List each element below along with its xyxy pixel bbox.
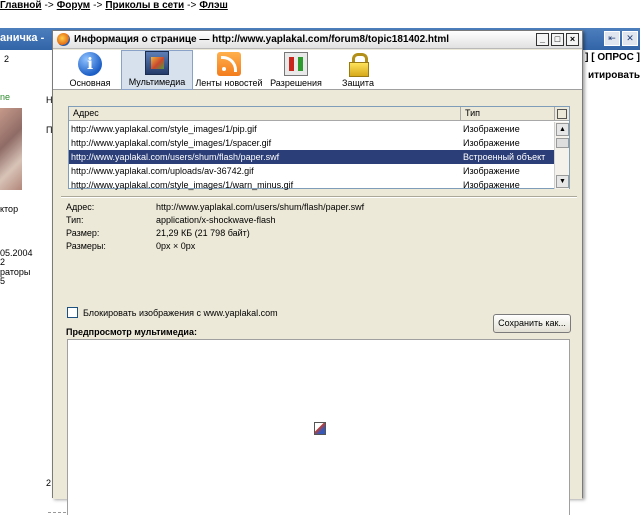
divider [61, 196, 577, 198]
close-icon[interactable]: ✕ [622, 31, 638, 46]
preview-label: Предпросмотр мультимедиа: [66, 327, 197, 337]
table-scrollbar[interactable]: ▲ ▼ [554, 122, 569, 189]
maximize-button[interactable]: □ [551, 33, 564, 46]
rss-icon [217, 52, 241, 76]
background-title: аничка - [0, 32, 45, 44]
tab-general[interactable]: i Основная [59, 50, 121, 90]
page-info-dialog: Информация о странице — http://www.yapla… [52, 30, 583, 515]
lock-icon [346, 52, 370, 77]
background-stat3: 2 [46, 478, 52, 488]
table-row[interactable]: http://www.yaplakal.com/uploads/av-36742… [69, 164, 555, 178]
tab-media[interactable]: Мультимедиа [121, 50, 193, 90]
column-type[interactable]: Тип [461, 107, 555, 120]
dialog-content: Адрес Тип http://www.yaplakal.com/style_… [53, 91, 582, 515]
close-button[interactable]: × [566, 33, 579, 46]
table-rows: http://www.yaplakal.com/style_images/1/p… [69, 122, 555, 192]
table-row[interactable]: http://www.yaplakal.com/style_images/1/s… [69, 136, 555, 150]
column-picker-icon[interactable] [555, 107, 569, 120]
dialog-toolbar: i Основная Мультимедиа Ленты новостей Ра… [53, 50, 582, 90]
tab-security[interactable]: Защита [327, 50, 389, 90]
type-value: application/x-shockwave-flash [156, 215, 276, 225]
type-label: Тип: [66, 215, 84, 225]
table-row[interactable]: http://www.yaplakal.com/style_images/1/w… [69, 178, 555, 192]
firefox-icon [57, 33, 70, 46]
table-row[interactable]: http://www.yaplakal.com/style_images/1/p… [69, 122, 555, 136]
background-breadcrumb: Главной -> Форум -> Приколы в сети -> Флэш [0, 0, 228, 11]
dimensions-value: 0px × 0px [156, 241, 196, 251]
breadcrumb-fun[interactable]: Приколы в сети [105, 0, 184, 11]
dialog-titlebar[interactable]: Информация о странице — http://www.yapla… [53, 31, 582, 49]
block-images-checkbox[interactable]: Блокировать изображения с www.yaplakal.c… [67, 307, 278, 318]
info-icon: i [78, 52, 102, 76]
scroll-thumb[interactable] [556, 138, 569, 148]
checkbox-icon[interactable] [67, 307, 78, 318]
size-label: Размер: [66, 228, 100, 238]
size-value: 21,29 КБ (21 798 байт) [156, 228, 250, 238]
breadcrumb-flash[interactable]: Флэш [199, 0, 228, 11]
block-images-label: Блокировать изображения с www.yaplakal.c… [83, 307, 278, 318]
permissions-icon [284, 52, 308, 76]
scroll-up-icon[interactable]: ▲ [556, 123, 569, 136]
column-address[interactable]: Адрес [69, 107, 461, 120]
background-quote[interactable]: итировать [588, 70, 640, 81]
dialog-title: Информация о странице — http://www.yapla… [74, 34, 450, 45]
plugin-icon [314, 422, 326, 435]
table-row-selected[interactable]: http://www.yaplakal.com/users/shum/flash… [69, 150, 555, 164]
dimensions-label: Размеры: [66, 241, 106, 251]
background-stat1: 2 [0, 257, 6, 267]
media-table: Адрес Тип http://www.yaplakal.com/style_… [68, 106, 570, 192]
media-details: Адрес: http://www.yaplakal.com/users/shum… [66, 201, 566, 253]
background-online: ne [0, 92, 11, 102]
tab-feeds[interactable]: Ленты новостей [193, 50, 265, 90]
background-avatar [0, 108, 22, 190]
breadcrumb-forum[interactable]: Форум [57, 0, 90, 11]
address-label: Адрес: [66, 202, 95, 212]
save-as-button[interactable]: Сохранить как... [493, 314, 571, 333]
media-preview [67, 339, 570, 515]
tab-permissions[interactable]: Разрешения [265, 50, 327, 90]
background-opros[interactable]: ] [ ОПРОС ] [585, 52, 640, 63]
breadcrumb-home[interactable]: Главной [0, 0, 42, 11]
table-header: Адрес Тип [69, 107, 569, 121]
background-page-num[interactable]: 2 [4, 54, 9, 64]
media-icon [145, 51, 169, 75]
address-value: http://www.yaplakal.com/users/shum/flash… [156, 202, 365, 212]
background-role: ктор [0, 204, 19, 214]
scroll-down-icon[interactable]: ▼ [556, 175, 569, 188]
background-stat2: 5 [0, 276, 6, 286]
reply-icon[interactable]: ⇤ [604, 31, 620, 46]
minimize-button[interactable]: _ [536, 33, 549, 46]
